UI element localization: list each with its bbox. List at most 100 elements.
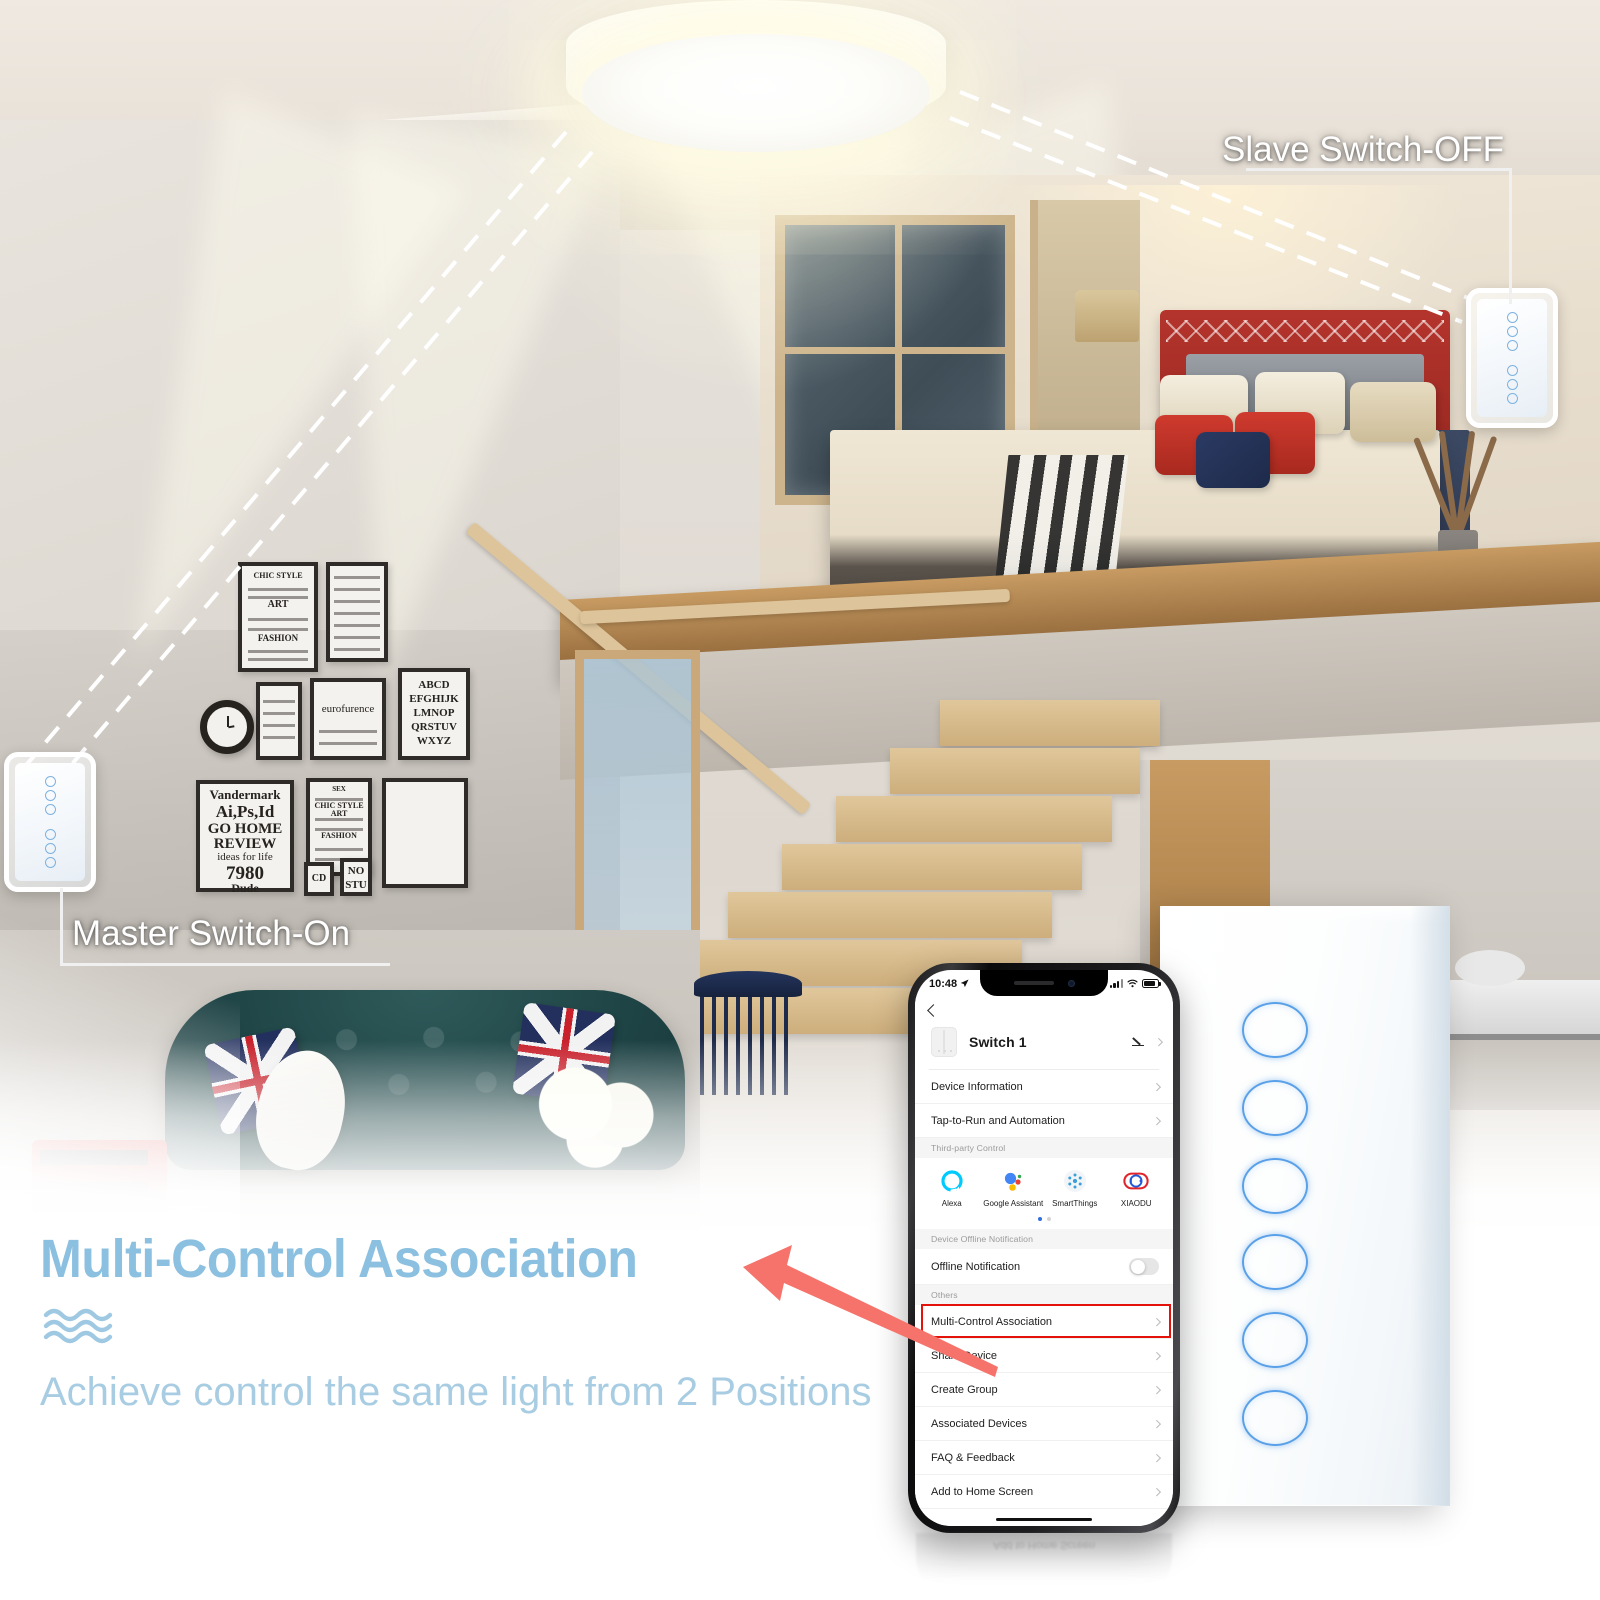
panel-bevel bbox=[1160, 906, 1450, 924]
device-header-row[interactable]: Switch 1 bbox=[915, 1023, 1173, 1069]
wall-art-alphabet-frame: ABCD EFGHIJK LMNOP QRSTUV WXYZ bbox=[398, 668, 470, 760]
offline-notification-toggle[interactable] bbox=[1129, 1258, 1159, 1275]
group-header-offline-notification: Device Offline Notification bbox=[915, 1229, 1173, 1249]
master-switch-button-group-bottom[interactable] bbox=[44, 828, 56, 868]
marketing-subtitle: Achieve control the same light from 2 Po… bbox=[40, 1370, 872, 1414]
chevron-right-icon bbox=[1152, 1082, 1161, 1091]
touch-dot-icon bbox=[44, 842, 56, 854]
master-wall-switch[interactable] bbox=[4, 752, 96, 892]
master-switch-label: Master Switch-On bbox=[72, 914, 351, 953]
group-header-others: Others bbox=[915, 1285, 1173, 1305]
touch-ring-icon[interactable] bbox=[1242, 1312, 1308, 1368]
pillow bbox=[1350, 382, 1436, 442]
third-party-item-smartthings[interactable]: SmartThings bbox=[1044, 1168, 1106, 1209]
table-lamp bbox=[1075, 290, 1139, 342]
menu-item-label: Device Information bbox=[931, 1080, 1023, 1093]
app-content: Switch 1 Device Information Tap-to-Run a… bbox=[915, 997, 1173, 1526]
menu-item-associated-devices[interactable]: Associated Devices bbox=[915, 1407, 1173, 1441]
menu-item-label: Multi-Control Association bbox=[931, 1315, 1053, 1328]
third-party-item-alexa[interactable]: Alexa bbox=[921, 1168, 983, 1209]
menu-item-faq-feedback[interactable]: FAQ & Feedback bbox=[915, 1441, 1173, 1475]
chevron-right-icon bbox=[1152, 1487, 1161, 1496]
xiaodu-icon bbox=[1123, 1168, 1149, 1194]
slave-switch-button-group-top[interactable] bbox=[1506, 312, 1518, 352]
menu-item-tap-to-run[interactable]: Tap-to-Run and Automation bbox=[915, 1104, 1173, 1138]
reflection-text: Add to Home Screen bbox=[992, 1539, 1096, 1551]
touch-dot-icon bbox=[44, 856, 56, 868]
menu-item-add-to-home-screen[interactable]: Add to Home Screen bbox=[915, 1475, 1173, 1509]
third-party-control-grid: Alexa Google Assistant SmartThings XIAOD… bbox=[915, 1158, 1173, 1211]
slave-callout-bracket bbox=[1246, 168, 1512, 304]
wall-art-frame bbox=[326, 562, 388, 662]
status-time: 10:48 bbox=[929, 977, 958, 990]
touch-dot-icon bbox=[1506, 326, 1518, 338]
menu-item-label: Share Device bbox=[931, 1349, 998, 1362]
sink bbox=[1455, 950, 1525, 986]
touch-ring-icon[interactable] bbox=[1242, 1002, 1308, 1058]
touch-ring-icon[interactable] bbox=[1242, 1390, 1308, 1446]
wall-art-frame bbox=[256, 682, 302, 760]
menu-item-offline-notification[interactable]: Offline Notification bbox=[915, 1249, 1173, 1285]
third-party-item-xiaodu[interactable]: XIAODU bbox=[1106, 1168, 1168, 1209]
third-party-label: Google Assistant bbox=[983, 1199, 1044, 1208]
panel-button-group-top[interactable] bbox=[1242, 1002, 1308, 1214]
master-switch-glass bbox=[15, 763, 85, 881]
third-party-label: Alexa bbox=[941, 1199, 962, 1208]
touch-dot-icon bbox=[44, 790, 56, 802]
page-dot[interactable] bbox=[1046, 1217, 1051, 1221]
slave-switch-button-group-bottom[interactable] bbox=[1506, 364, 1518, 404]
lamp-diffuser bbox=[582, 34, 930, 152]
third-party-item-google-assistant[interactable]: Google Assistant bbox=[983, 1168, 1045, 1209]
touch-ring-icon[interactable] bbox=[1242, 1158, 1308, 1214]
smartphone-mockup: 10:48 Switch 1 Device Information Tap-to… bbox=[908, 963, 1180, 1533]
chevron-right-icon bbox=[1152, 1317, 1161, 1326]
battery-icon bbox=[1142, 979, 1161, 988]
wave-lines-icon bbox=[43, 1308, 113, 1344]
menu-item-share-device[interactable]: Share Device bbox=[915, 1339, 1173, 1373]
switch-thumbnail-icon bbox=[931, 1027, 957, 1057]
pencil-icon[interactable] bbox=[1131, 1036, 1144, 1049]
master-switch-button-group-top[interactable] bbox=[44, 776, 56, 816]
chevron-right-icon bbox=[1152, 1385, 1161, 1394]
menu-item-label: FAQ & Feedback bbox=[931, 1451, 1015, 1464]
phone-notch bbox=[980, 970, 1108, 996]
wall-clock bbox=[200, 700, 254, 754]
chevron-right-icon bbox=[1154, 1038, 1163, 1046]
location-arrow-icon bbox=[960, 979, 969, 988]
panel-button-group-bottom[interactable] bbox=[1242, 1234, 1308, 1446]
back-button[interactable] bbox=[915, 997, 1173, 1023]
slave-wall-switch[interactable] bbox=[1466, 288, 1558, 428]
signal-bars-icon bbox=[1109, 979, 1123, 988]
touch-dot-icon bbox=[1506, 378, 1518, 390]
third-party-label: SmartThings bbox=[1052, 1199, 1098, 1208]
chevron-right-icon bbox=[1152, 1419, 1161, 1428]
touch-dot-icon bbox=[44, 804, 56, 816]
group-header-third-party: Third-party Control bbox=[915, 1138, 1173, 1158]
menu-item-device-information[interactable]: Device Information bbox=[915, 1070, 1173, 1104]
front-camera-icon bbox=[1067, 979, 1075, 987]
phone-reflection: Add to Home Screen bbox=[916, 1533, 1172, 1597]
smartthings-icon bbox=[1062, 1168, 1088, 1194]
chevron-right-icon bbox=[1152, 1351, 1161, 1360]
wall-art-frame: eurofurence bbox=[310, 678, 386, 760]
menu-item-label: Associated Devices bbox=[931, 1417, 1027, 1430]
touch-ring-icon[interactable] bbox=[1242, 1080, 1308, 1136]
page-dot-active[interactable] bbox=[1037, 1217, 1042, 1221]
home-indicator[interactable] bbox=[996, 1517, 1092, 1521]
menu-item-create-group[interactable]: Create Group bbox=[915, 1373, 1173, 1407]
touch-dot-icon bbox=[44, 776, 56, 788]
pillow bbox=[1196, 432, 1270, 488]
touch-ring-icon[interactable] bbox=[1242, 1234, 1308, 1290]
menu-item-label: Add to Home Screen bbox=[931, 1485, 1034, 1498]
slave-switch-label: Slave Switch-OFF bbox=[1222, 130, 1504, 169]
touch-dot-icon bbox=[1506, 340, 1518, 352]
third-party-label: XIAODU bbox=[1120, 1199, 1152, 1208]
product-switch-panel[interactable] bbox=[1160, 906, 1450, 1506]
carousel-page-dots[interactable] bbox=[915, 1211, 1173, 1229]
touch-dot-icon bbox=[1506, 364, 1518, 376]
alexa-icon bbox=[939, 1168, 965, 1194]
touch-dot-icon bbox=[1506, 312, 1518, 324]
panel-edge bbox=[1410, 906, 1450, 1506]
menu-item-multi-control-association[interactable]: Multi-Control Association bbox=[915, 1305, 1173, 1339]
earpiece-speaker-icon bbox=[1013, 981, 1054, 985]
